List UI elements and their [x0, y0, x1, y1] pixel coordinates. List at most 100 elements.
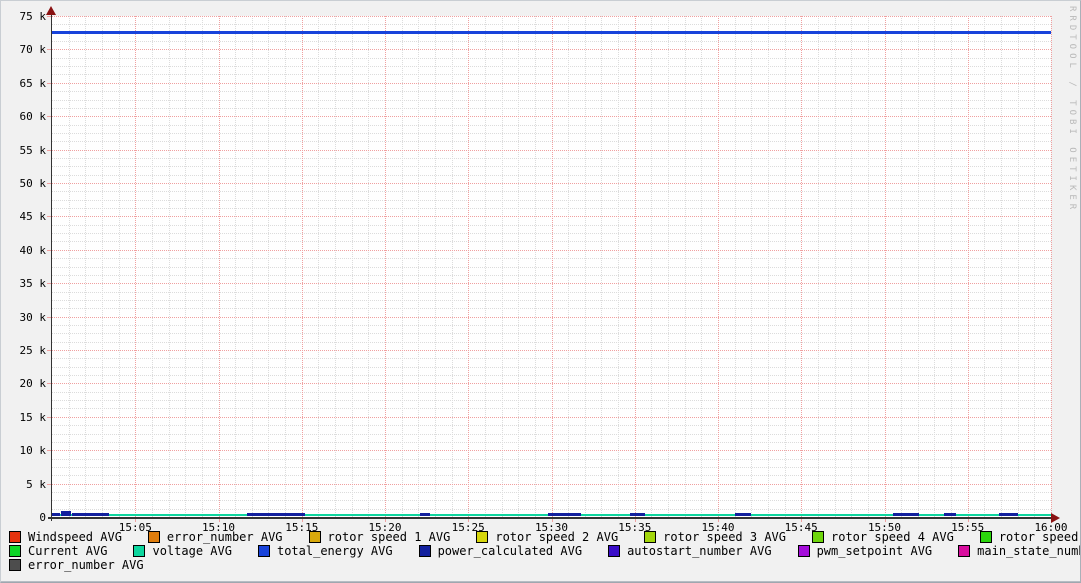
legend-label: Current AVG [28, 544, 108, 558]
x-grid-major [1051, 16, 1052, 517]
power-calculated-segment [52, 513, 60, 516]
x-grid-minor [834, 16, 836, 517]
x-grid-major [218, 16, 220, 517]
legend-item: rotor speed 4 AVG [812, 531, 954, 543]
legend-swatch-icon [308, 531, 321, 543]
x-grid-minor [434, 16, 436, 517]
legend-swatch-icon [9, 545, 21, 557]
x-grid-minor [285, 16, 287, 517]
legend-row: Current AVG voltage AVG total_energy AVG po… [9, 544, 1080, 558]
x-grid-major [884, 16, 886, 517]
x-axis-line [48, 517, 1053, 519]
x-grid-minor [201, 16, 203, 517]
x-grid-minor [1034, 16, 1036, 517]
power-calculated-segment [734, 513, 752, 516]
y-tick-label: 25 k [19, 344, 47, 357]
x-grid-minor [651, 16, 653, 517]
legend-swatch-icon [979, 531, 992, 543]
legend-item: rotor speed 5 AVG [979, 530, 1080, 544]
legend-swatch-icon [9, 531, 21, 543]
x-grid-minor [85, 16, 87, 517]
legend-swatch-icon [644, 531, 657, 543]
power-calculated-segment [246, 513, 306, 516]
x-grid-minor [917, 16, 919, 517]
x-grid-minor [568, 16, 570, 517]
legend-item: error_number AVG [9, 559, 144, 571]
power-calculated-segment [72, 513, 109, 516]
legend-label: main_state_number AVG [977, 544, 1080, 558]
legend-label: error_number AVG [166, 530, 283, 544]
y-tick-label: 15 k [19, 410, 47, 424]
y-tick-label: 55 k [19, 143, 47, 157]
x-grid-minor [734, 16, 736, 517]
x-grid-minor [101, 16, 103, 517]
y-tick-label: 10 k [19, 444, 47, 458]
x-grid-minor [984, 16, 986, 517]
legend-label: voltage AVG [152, 544, 232, 558]
legend-label: rotor speed 5 AVG [998, 530, 1079, 544]
x-grid-minor [151, 16, 153, 517]
power-calculated-segment [548, 513, 582, 516]
legend-label: error_number AVG [28, 558, 144, 572]
x-grid-major [718, 16, 719, 517]
legend-item: Current AVG [9, 545, 107, 557]
x-grid-minor [951, 16, 953, 517]
x-grid-minor [501, 16, 503, 517]
legend-row: Windspeed AVG error_number AVG rotor speed… [9, 530, 1079, 544]
x-grid-minor [351, 16, 353, 517]
legend-item: voltage AVG [133, 544, 232, 558]
legend-swatch-icon [133, 545, 146, 557]
legend-swatch-icon [812, 531, 824, 543]
x-grid-minor [684, 16, 686, 517]
legend-label: rotor speed 3 AVG [663, 530, 786, 544]
x-grid-minor [668, 16, 669, 517]
legend-swatch-icon [9, 559, 21, 571]
x-grid-minor [701, 16, 703, 517]
x-grid-minor [368, 16, 370, 517]
x-grid-minor [484, 16, 486, 517]
legend-item: rotor speed 1 AVG [308, 530, 451, 544]
legend-label: Windspeed AVG [28, 530, 122, 544]
legend-label: total_energy AVG [276, 544, 393, 558]
legend-swatch-icon [147, 531, 160, 543]
x-grid-minor [251, 16, 253, 517]
x-grid-minor [601, 16, 603, 517]
legend-item: total_energy AVG [257, 544, 393, 558]
x-grid-minor [451, 16, 453, 517]
legend-item: rotor speed 3 AVG [644, 531, 786, 543]
x-grid-minor [268, 16, 270, 517]
y-tick-label: 65 k [19, 76, 47, 90]
total-energy-line [52, 30, 1051, 34]
x-grid-major [385, 16, 386, 517]
power-calculated-segment [420, 513, 430, 516]
x-grid-major [135, 16, 137, 517]
y-tick-label: 45 k [19, 210, 47, 224]
legend-swatch-icon [797, 545, 810, 557]
y-tick-label: 60 k [19, 110, 47, 124]
y-axis-arrow-icon [46, 6, 56, 15]
legend-label: rotor speed 1 AVG [327, 530, 451, 544]
y-tick-label: 50 k [19, 177, 47, 190]
x-grid-minor [817, 16, 819, 517]
legend-swatch-icon [418, 545, 431, 557]
legend-swatch-icon [608, 545, 621, 557]
legend-swatch-icon [958, 545, 971, 557]
x-grid-minor [867, 16, 869, 517]
power-calculated-segment [629, 513, 645, 516]
x-grid-minor [518, 16, 520, 517]
legend-label: pwm_setpoint AVG [816, 544, 933, 558]
x-grid-minor [118, 16, 120, 517]
x-grid-minor [68, 16, 70, 517]
x-grid-minor [418, 16, 420, 517]
y-tick-label: 75 k [19, 10, 47, 23]
x-grid-minor [584, 16, 586, 517]
x-grid-major [634, 16, 636, 517]
legend-item: autostart_number AVG [608, 545, 772, 557]
legend-row: error_number AVG [9, 558, 1079, 572]
x-grid-minor [851, 16, 853, 517]
y-tick-label: 20 k [19, 377, 47, 391]
legend: Windspeed AVG error_number AVG rotor speed… [9, 530, 1080, 572]
y-tick-label: 5 k [26, 477, 46, 491]
x-grid-major [468, 16, 470, 517]
legend-swatch-icon [476, 531, 489, 543]
